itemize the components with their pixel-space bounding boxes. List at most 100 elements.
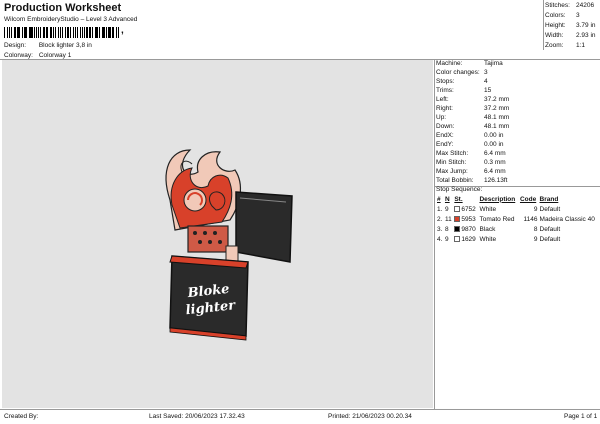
info-value: 0.00 in [484, 141, 504, 148]
height-label: Height: [545, 22, 566, 29]
printed-date: Printed: 21/06/2023 00.20.34 [328, 413, 412, 420]
design-value: Block lighter 3,8 in [38, 42, 92, 49]
info-label: Up: [436, 114, 447, 121]
color-swatch [454, 225, 461, 232]
cell-n: 9 [444, 205, 449, 213]
info-value: 37.2 mm [484, 105, 510, 112]
info-label: Max Stitch: [436, 150, 469, 157]
width-value: 2.93 in [576, 32, 596, 39]
cell-brand: Default [539, 205, 561, 213]
stitch-count: 5953 [461, 215, 476, 223]
cell-n: 9 [444, 235, 449, 243]
info-row: Min Stitch: 0.3 mm [436, 159, 600, 168]
info-value: 3 [484, 69, 488, 76]
info-value: Tajima [484, 60, 503, 67]
lighter-embroidery: Bloke lighter [165, 149, 293, 341]
col-header-description: Description [479, 195, 516, 203]
barcode [4, 27, 120, 38]
info-label: EndX: [436, 132, 454, 139]
table-row: 1. 9 6752 White 9 Default [436, 204, 600, 214]
stitches-label: Stitches: [545, 2, 570, 9]
footer-divider [0, 409, 600, 410]
info-value: 6.4 mm [484, 150, 506, 157]
info-value: 0.00 in [484, 132, 504, 139]
zoom-label: Zoom: [545, 42, 564, 49]
info-row: Stops: 4 [436, 78, 600, 87]
stats-divider [543, 0, 544, 50]
cell-index: 2. [437, 215, 443, 223]
col-header-brand: Brand [539, 195, 559, 203]
info-value: 0.3 mm [484, 159, 506, 166]
width-label: Width: [545, 32, 564, 39]
info-label: Left: [436, 96, 449, 103]
info-row: Machine: Tajima [436, 60, 600, 69]
last-saved: Last Saved: 20/06/2023 17.32.43 [149, 413, 245, 420]
col-header-index: # [437, 195, 441, 203]
info-value: 48.1 mm [484, 114, 510, 121]
info-label: Stops: [436, 78, 455, 85]
stitch-count: 9870 [461, 225, 476, 233]
info-label: Trims: [436, 87, 454, 94]
info-label: Down: [436, 123, 455, 130]
colors-value: 3 [576, 12, 580, 19]
info-row: Total Bobbin: 126.13ft [436, 177, 600, 186]
info-row: EndY: 0.00 in [436, 141, 600, 150]
info-row: Trims: 15 [436, 87, 600, 96]
cell-brand: Default [539, 225, 561, 233]
cell-description: White [479, 205, 497, 213]
cell-brand: Default [539, 235, 561, 243]
color-swatch [454, 215, 461, 222]
info-label: Machine: [436, 60, 463, 67]
page-title: Production Worksheet [4, 2, 122, 14]
machine-info-panel: Machine: Tajima Color changes: 3 Stops: 4 Trim… [436, 60, 600, 186]
height-value: 3.79 in [576, 22, 596, 29]
col-header-st: St. [454, 195, 463, 203]
stats-panel: Stitches: 24206 Colors: 3 Height: 3.79 in W… [545, 2, 600, 52]
color-swatch [454, 235, 461, 242]
col-header-code: Code [519, 195, 537, 203]
design-meta: Design: Block lighter 3,8 in [4, 42, 92, 49]
info-value: 4 [484, 78, 488, 85]
created-by: Created By: [4, 413, 39, 420]
stop-sequence-table: # N St. Description Code Brand 1. 9 6752 Wh… [436, 194, 600, 244]
stitches-value: 24206 [576, 2, 595, 9]
cell-code: 1146 [523, 215, 538, 223]
barcode-suffix: , [121, 25, 124, 36]
page-number: Page 1 of 1 [564, 413, 598, 420]
info-row: Down: 48.1 mm [436, 123, 600, 132]
color-swatch [454, 205, 461, 212]
colors-label: Colors: [545, 12, 566, 19]
info-row: Left: 37.2 mm [436, 96, 600, 105]
cell-n: 8 [444, 225, 449, 233]
info-row: EndX: 0.00 in [436, 132, 600, 141]
info-label: Right: [436, 105, 453, 112]
cell-st: 1629 [453, 234, 478, 244]
info-label: Min Stitch: [436, 159, 467, 166]
design-preview: Bloke lighter [2, 60, 433, 408]
colorway-label: Colorway: [4, 52, 33, 59]
table-row: 4. 9 1629 White 9 Default [436, 234, 600, 244]
table-row: 2. 11 5953 Tomato Red 1146 Madeira Classic 40 [436, 214, 600, 224]
cell-n: 11 [444, 215, 452, 223]
cell-description: Black [479, 225, 496, 233]
info-label: Color changes: [436, 69, 480, 76]
info-value: 48.1 mm [484, 123, 510, 130]
col-header-n: N [444, 195, 450, 203]
cell-description: Tomato Red [479, 215, 515, 223]
colorway-meta: Colorway: Colorway 1 [4, 52, 71, 59]
colorway-value: Colorway 1 [38, 52, 72, 59]
panel-divider [434, 59, 435, 409]
info-value: 6.4 mm [484, 168, 506, 175]
info-value: 126.13ft [484, 177, 508, 184]
software-subtitle: Wilcom EmbroideryStudio – Level 3 Advanc… [4, 16, 138, 23]
footer: Created By: Last Saved: 20/06/2023 17.32… [0, 411, 600, 424]
cell-index: 1. [437, 205, 443, 213]
info-row: Color changes: 3 [436, 69, 600, 78]
info-row: Right: 37.2 mm [436, 105, 600, 114]
cell-st: 5953 [453, 214, 478, 224]
zoom-value: 1:1 [576, 42, 586, 49]
cell-code: 8 [533, 225, 538, 233]
design-label: Design: [4, 42, 27, 49]
info-value: 15 [484, 87, 492, 94]
table-header-row: # N St. Description Code Brand [436, 194, 600, 204]
